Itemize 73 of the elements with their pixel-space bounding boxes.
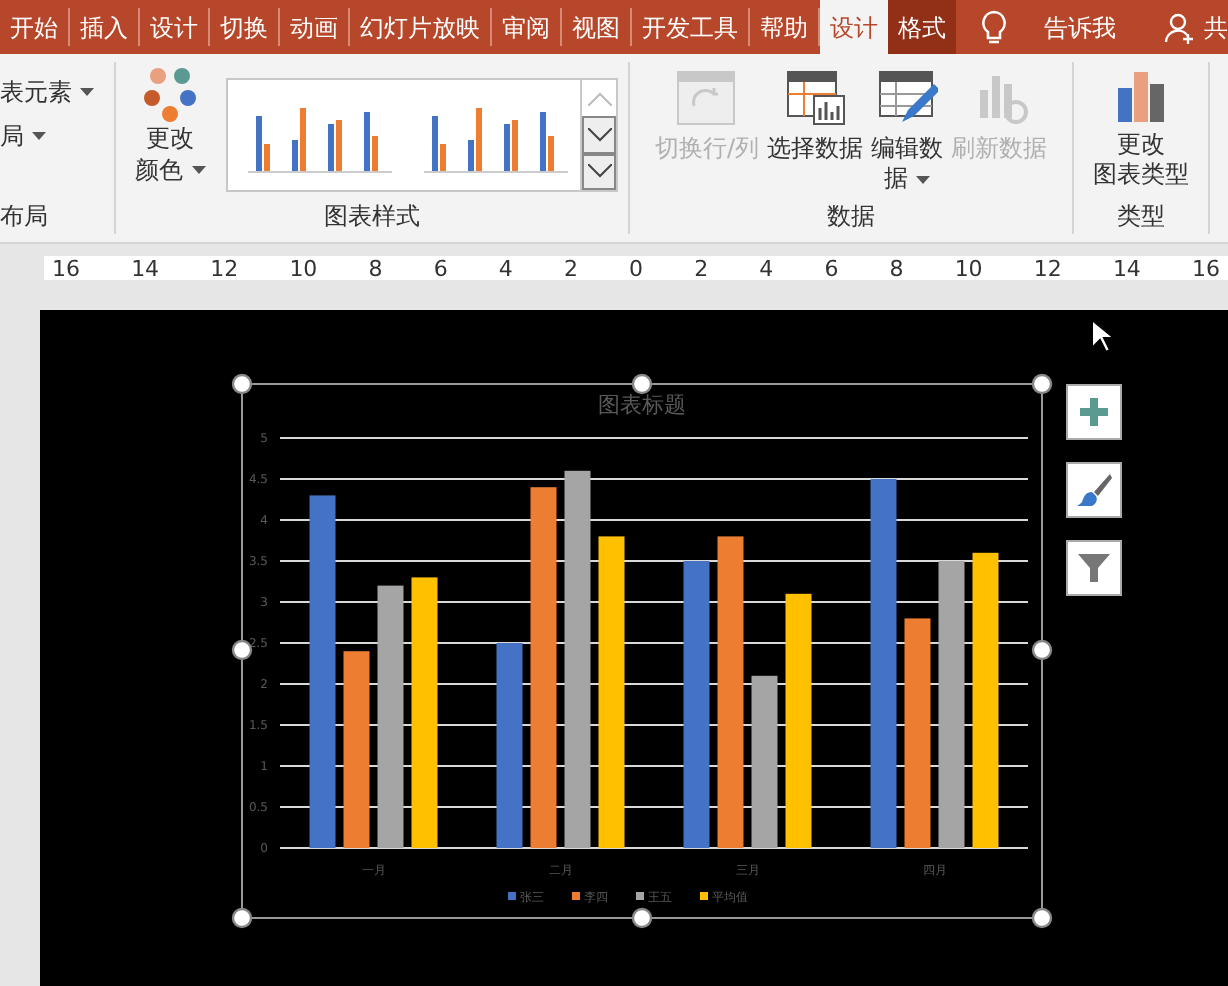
ribbon-button[interactable]: 选择数据 bbox=[763, 70, 868, 164]
ribbon-tab[interactable]: 插入 bbox=[70, 0, 138, 54]
resize-handle[interactable] bbox=[1031, 373, 1053, 395]
table-swap-icon bbox=[676, 70, 737, 126]
ribbon-tab[interactable]: 开始 bbox=[0, 0, 68, 54]
ribbon-tab[interactable]: 切换 bbox=[210, 0, 278, 54]
ribbon-tab[interactable]: 帮助 bbox=[750, 0, 818, 54]
ruler-number: 10 bbox=[954, 257, 983, 279]
chevron-down-icon bbox=[587, 164, 611, 179]
ruler-number: 12 bbox=[210, 257, 239, 279]
table-pencil-icon bbox=[877, 70, 938, 126]
group-label: 类型 bbox=[1117, 200, 1165, 234]
ruler-number: 2 bbox=[694, 257, 709, 279]
paintbrush-icon bbox=[1076, 472, 1112, 508]
color-dots-icon bbox=[140, 66, 200, 122]
ruler-number: 6 bbox=[824, 257, 839, 279]
resize-handle[interactable] bbox=[631, 373, 653, 395]
chart-title: 图表标题 bbox=[598, 392, 686, 418]
ruler-number: 12 bbox=[1033, 257, 1062, 279]
ruler-number: 14 bbox=[131, 257, 160, 279]
ruler-number: 4 bbox=[498, 257, 513, 279]
caret-icon bbox=[191, 166, 205, 174]
resize-handle[interactable] bbox=[631, 907, 653, 929]
change-colors-button[interactable]: 更改 颜色 bbox=[126, 66, 214, 186]
ruler-number: 0 bbox=[629, 257, 643, 279]
group-label: 布局 bbox=[0, 200, 50, 234]
caret-icon bbox=[32, 132, 46, 140]
tell-me-search[interactable]: 告诉我 bbox=[1044, 9, 1116, 45]
person-add-icon[interactable] bbox=[1164, 11, 1196, 43]
change-chart-type-button[interactable]: 更改 图表类型 bbox=[1093, 62, 1189, 190]
ruler-number: 2 bbox=[563, 257, 578, 279]
gallery-scroll-down[interactable] bbox=[582, 116, 616, 154]
ruler-number: 10 bbox=[289, 257, 318, 279]
chart-styles-button[interactable] bbox=[1066, 462, 1122, 518]
quick-layout-menu[interactable]: 局 bbox=[0, 114, 114, 158]
ruler-number: 16 bbox=[1192, 257, 1220, 279]
filter-icon bbox=[1078, 552, 1110, 584]
resize-handle[interactable] bbox=[1031, 907, 1053, 929]
group-label: 图表样式 bbox=[324, 200, 420, 234]
resize-handle[interactable] bbox=[231, 639, 253, 661]
caret-icon bbox=[80, 88, 94, 96]
ruler-number: 8 bbox=[368, 257, 383, 279]
ruler-number: 4 bbox=[759, 257, 774, 279]
ruler-number: 16 bbox=[52, 257, 80, 279]
share-button[interactable]: 共 bbox=[1204, 9, 1228, 45]
lightbulb-icon[interactable] bbox=[980, 9, 1008, 45]
chart-elements-button[interactable] bbox=[1066, 384, 1122, 440]
bar-chart-icon bbox=[1113, 70, 1169, 122]
ruler-number: 6 bbox=[433, 257, 448, 279]
ribbon-tab[interactable]: 格式 bbox=[888, 0, 956, 54]
ribbon-tab[interactable]: 设计 bbox=[140, 0, 208, 54]
resize-handle[interactable] bbox=[231, 373, 253, 395]
chevron-up-icon bbox=[587, 91, 611, 106]
ribbon-tab[interactable]: 幻灯片放映 bbox=[350, 0, 490, 54]
ribbon-tab[interactable]: 开发工具 bbox=[632, 0, 748, 54]
plus-icon bbox=[1080, 398, 1108, 426]
group-label: 数据 bbox=[827, 200, 875, 234]
mouse-cursor-icon bbox=[1090, 318, 1114, 354]
ribbon-button[interactable]: 编辑数 据 bbox=[867, 70, 948, 194]
caret-icon bbox=[916, 175, 931, 183]
chart-elements-menu[interactable]: 表元素 bbox=[0, 70, 114, 114]
ribbon-tab[interactable]: 设计 bbox=[820, 0, 888, 54]
chevron-down-icon bbox=[587, 127, 611, 142]
gallery-more[interactable] bbox=[582, 153, 616, 190]
ruler-number: 8 bbox=[889, 257, 904, 279]
ribbon-tab[interactable]: 动画 bbox=[280, 0, 348, 54]
ribbon-tab[interactable]: 视图 bbox=[562, 0, 630, 54]
chart-filters-button[interactable] bbox=[1066, 540, 1122, 596]
table-chart-icon bbox=[785, 70, 846, 126]
ribbon-tab[interactable]: 审阅 bbox=[492, 0, 560, 54]
resize-handle[interactable] bbox=[231, 907, 253, 929]
resize-handle[interactable] bbox=[1031, 639, 1053, 661]
ruler-number: 14 bbox=[1112, 257, 1141, 279]
